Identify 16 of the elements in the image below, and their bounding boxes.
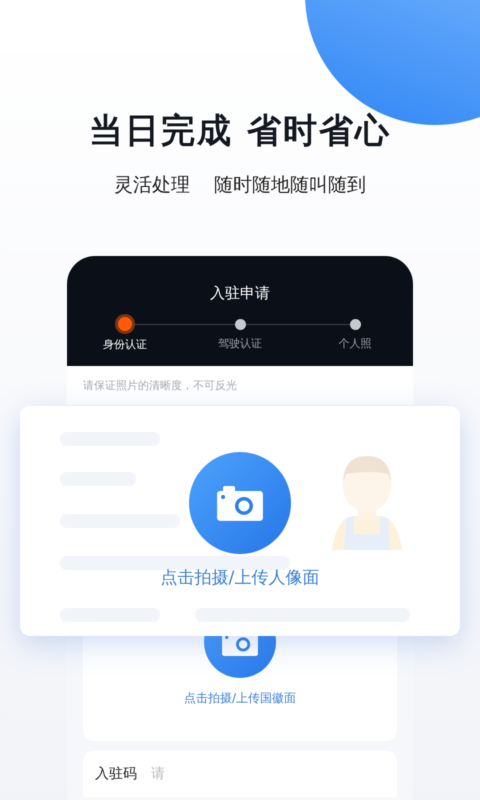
- step-label: 身份认证: [103, 337, 147, 352]
- subtitle: 随时随地随叫随到: [214, 173, 366, 198]
- upload-label: 点击拍摄/上传国徽面: [184, 690, 296, 707]
- screen-title: 入驻申请: [210, 284, 270, 303]
- input-field[interactable]: 请: [151, 751, 397, 797]
- field-label: 入驻码: [83, 751, 151, 797]
- subtitle: 灵活处理: [114, 173, 190, 198]
- step-dot[interactable]: [118, 317, 132, 331]
- hint-text: 请保证照片的清晰度，不可反光: [67, 366, 413, 405]
- camera-icon: [217, 485, 263, 521]
- upload-label: 点击拍摄/上传人像面: [160, 567, 320, 589]
- headline: 当日完成 省时省心: [89, 110, 391, 153]
- step-label: 个人照: [338, 336, 372, 351]
- step-dot[interactable]: [350, 319, 360, 330]
- step-dot[interactable]: [234, 319, 246, 330]
- step-label: 驾驶认证: [218, 336, 262, 351]
